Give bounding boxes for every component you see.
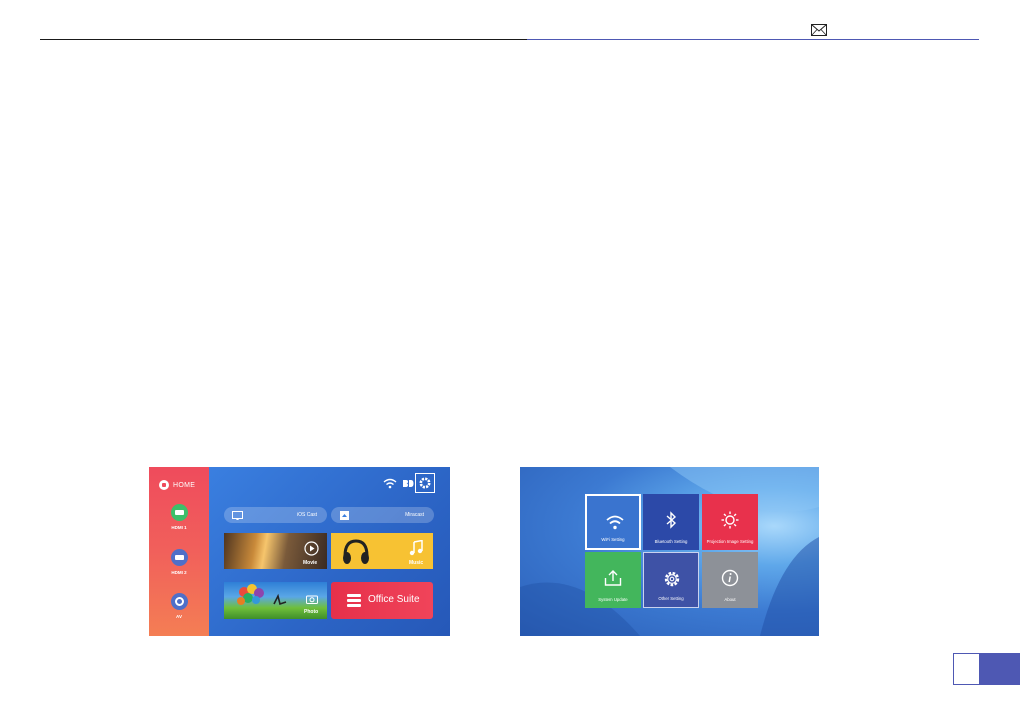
source-av[interactable]: AV — [149, 593, 209, 619]
office-suite-label: Office Suite — [368, 594, 420, 605]
page-tab-outline — [953, 653, 980, 685]
gear-icon — [419, 477, 431, 489]
movie-label: Movie — [303, 560, 318, 566]
page-tab-filled — [980, 653, 1020, 685]
source-label: HDMI 2 — [171, 570, 187, 575]
source-label: AV — [176, 614, 182, 619]
office-suite-tile[interactable]: Office Suite — [331, 582, 433, 619]
home-logo: HOME — [159, 479, 207, 491]
bluetooth-setting-label: Bluetooth Setting — [654, 539, 688, 544]
about-tile[interactable]: About — [702, 552, 758, 608]
photo-tile[interactable]: Photo — [224, 582, 327, 619]
upload-icon — [604, 570, 622, 586]
source-hdmi2[interactable]: HDMI 2 — [149, 549, 209, 575]
camera-icon — [306, 595, 318, 604]
gear-icon — [664, 571, 680, 587]
wifi-icon — [606, 515, 624, 530]
headphones-image — [343, 539, 369, 564]
music-label: Music — [409, 560, 424, 566]
wifi-setting-label: WiFi Setting — [601, 537, 625, 542]
brightness-icon — [721, 511, 739, 529]
movie-tile[interactable]: Movie — [224, 533, 327, 569]
system-update-label: System Update — [598, 597, 628, 602]
stack-icon — [347, 594, 361, 607]
projection-image-setting-label: Projection Image Setting — [706, 539, 754, 544]
other-setting-tile[interactable]: Other Setting — [643, 552, 699, 608]
home-icon — [159, 480, 169, 490]
av-icon — [170, 593, 188, 610]
miracast-label: Miracast — [405, 512, 424, 518]
balloons-image — [237, 584, 287, 606]
about-label: About — [724, 597, 736, 602]
other-setting-label: Other Setting — [658, 596, 684, 601]
bluetooth-icon — [403, 480, 414, 487]
hdmi-icon — [170, 504, 188, 521]
home-label: HOME — [173, 481, 196, 489]
music-note-icon — [409, 540, 423, 556]
miracast-icon — [340, 510, 349, 520]
music-tile[interactable]: Music — [331, 533, 433, 569]
projection-image-setting-tile[interactable]: Projection Image Setting — [702, 494, 758, 550]
source-hdmi1[interactable]: HDMI 1 — [149, 504, 209, 530]
play-icon — [304, 541, 319, 556]
wifi-setting-tile[interactable]: WiFi Setting — [585, 494, 641, 550]
envelope-icon — [811, 24, 827, 36]
header-rule-accent — [527, 39, 979, 40]
ios-cast-label: iOS Cast — [296, 512, 317, 518]
settings-button[interactable] — [415, 473, 435, 493]
miracast-button[interactable]: Miracast — [331, 507, 434, 523]
wifi-icon — [383, 478, 397, 489]
bluetooth-icon — [666, 511, 677, 529]
system-update-tile[interactable]: System Update — [585, 552, 641, 608]
bluetooth-setting-tile[interactable]: Bluetooth Setting — [643, 494, 699, 550]
ios-cast-button[interactable]: iOS Cast — [224, 507, 327, 523]
photo-label: Photo — [304, 609, 319, 615]
source-label: HDMI 1 — [171, 525, 187, 530]
screen-cast-icon — [232, 510, 243, 520]
header-rule — [40, 39, 527, 40]
hdmi-icon — [170, 549, 188, 566]
source-sidebar: HOME HDMI 1 HDMI 2 AV — [149, 467, 209, 636]
info-icon — [721, 569, 739, 587]
